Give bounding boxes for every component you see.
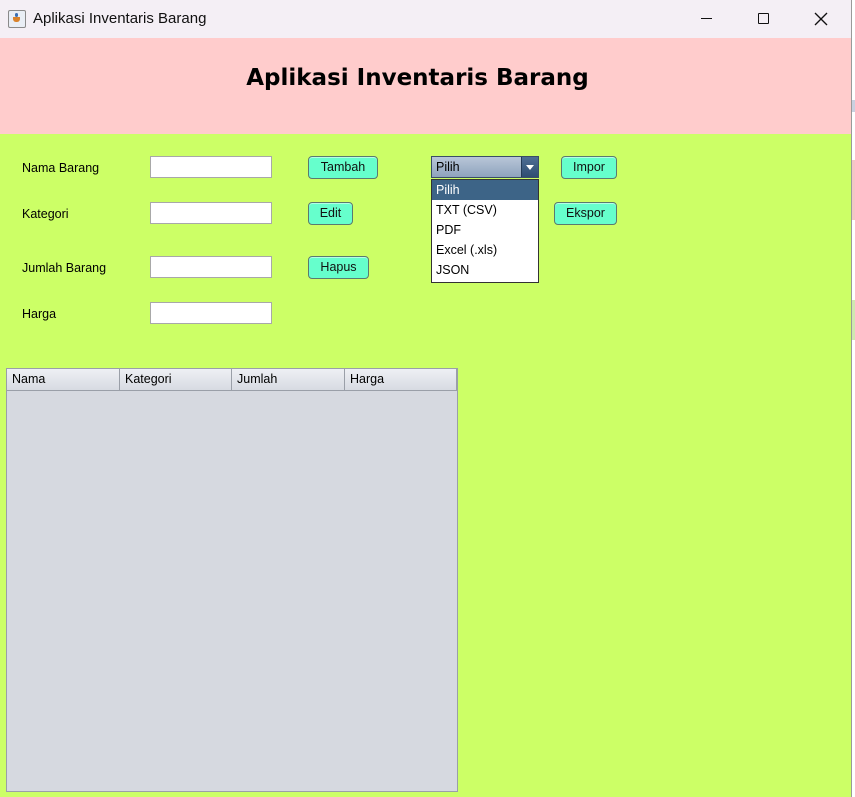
chevron-down-icon[interactable] — [521, 157, 538, 177]
page-title: Aplikasi Inventaris Barang — [246, 65, 589, 91]
nama-barang-input[interactable] — [150, 156, 272, 178]
harga-label: Harga — [22, 307, 57, 321]
column-header-jumlah[interactable]: Jumlah — [232, 369, 345, 390]
format-select[interactable]: Pilih — [431, 156, 539, 178]
dropdown-option-excel[interactable]: Excel (.xls) — [432, 240, 538, 260]
maximize-button[interactable] — [735, 0, 793, 38]
column-header-nama[interactable]: Nama — [7, 369, 120, 390]
impor-button[interactable]: Impor — [561, 156, 617, 179]
hapus-button[interactable]: Hapus — [308, 256, 369, 279]
nama-barang-label: Nama Barang — [22, 161, 100, 175]
kategori-input[interactable] — [150, 202, 272, 224]
edit-button[interactable]: Edit — [308, 202, 353, 225]
close-button[interactable] — [793, 0, 851, 38]
java-cup-icon — [8, 10, 26, 28]
harga-input[interactable] — [150, 302, 272, 324]
title-bar[interactable]: Aplikasi Inventaris Barang — [0, 0, 851, 38]
window-title: Aplikasi Inventaris Barang — [33, 10, 207, 27]
jumlah-barang-label: Jumlah Barang — [22, 261, 107, 275]
app-window: Aplikasi Inventaris Barang Aplikasi Inve… — [0, 0, 852, 797]
dropdown-option-pdf[interactable]: PDF — [432, 220, 538, 240]
table-header: Nama Kategori Jumlah Harga — [7, 369, 457, 391]
inventory-table[interactable]: Nama Kategori Jumlah Harga — [6, 368, 458, 792]
maximize-icon — [758, 13, 769, 24]
tambah-button[interactable]: Tambah — [308, 156, 378, 179]
minimize-icon — [701, 18, 712, 19]
kategori-label: Kategori — [22, 207, 69, 221]
format-select-value: Pilih — [436, 160, 460, 174]
dropdown-option-json[interactable]: JSON — [432, 260, 538, 280]
dropdown-option-pilih[interactable]: Pilih — [432, 180, 538, 200]
header-banner: Aplikasi Inventaris Barang — [0, 38, 851, 134]
format-dropdown-list: Pilih TXT (CSV) PDF Excel (.xls) JSON — [431, 179, 539, 283]
column-header-harga[interactable]: Harga — [345, 369, 457, 390]
close-icon — [814, 12, 828, 26]
form-panel: Nama Barang Kategori Jumlah Barang Harga… — [0, 134, 851, 797]
minimize-button[interactable] — [677, 0, 735, 38]
ekspor-button[interactable]: Ekspor — [554, 202, 617, 225]
jumlah-barang-input[interactable] — [150, 256, 272, 278]
column-header-kategori[interactable]: Kategori — [120, 369, 232, 390]
dropdown-option-txt-csv[interactable]: TXT (CSV) — [432, 200, 538, 220]
